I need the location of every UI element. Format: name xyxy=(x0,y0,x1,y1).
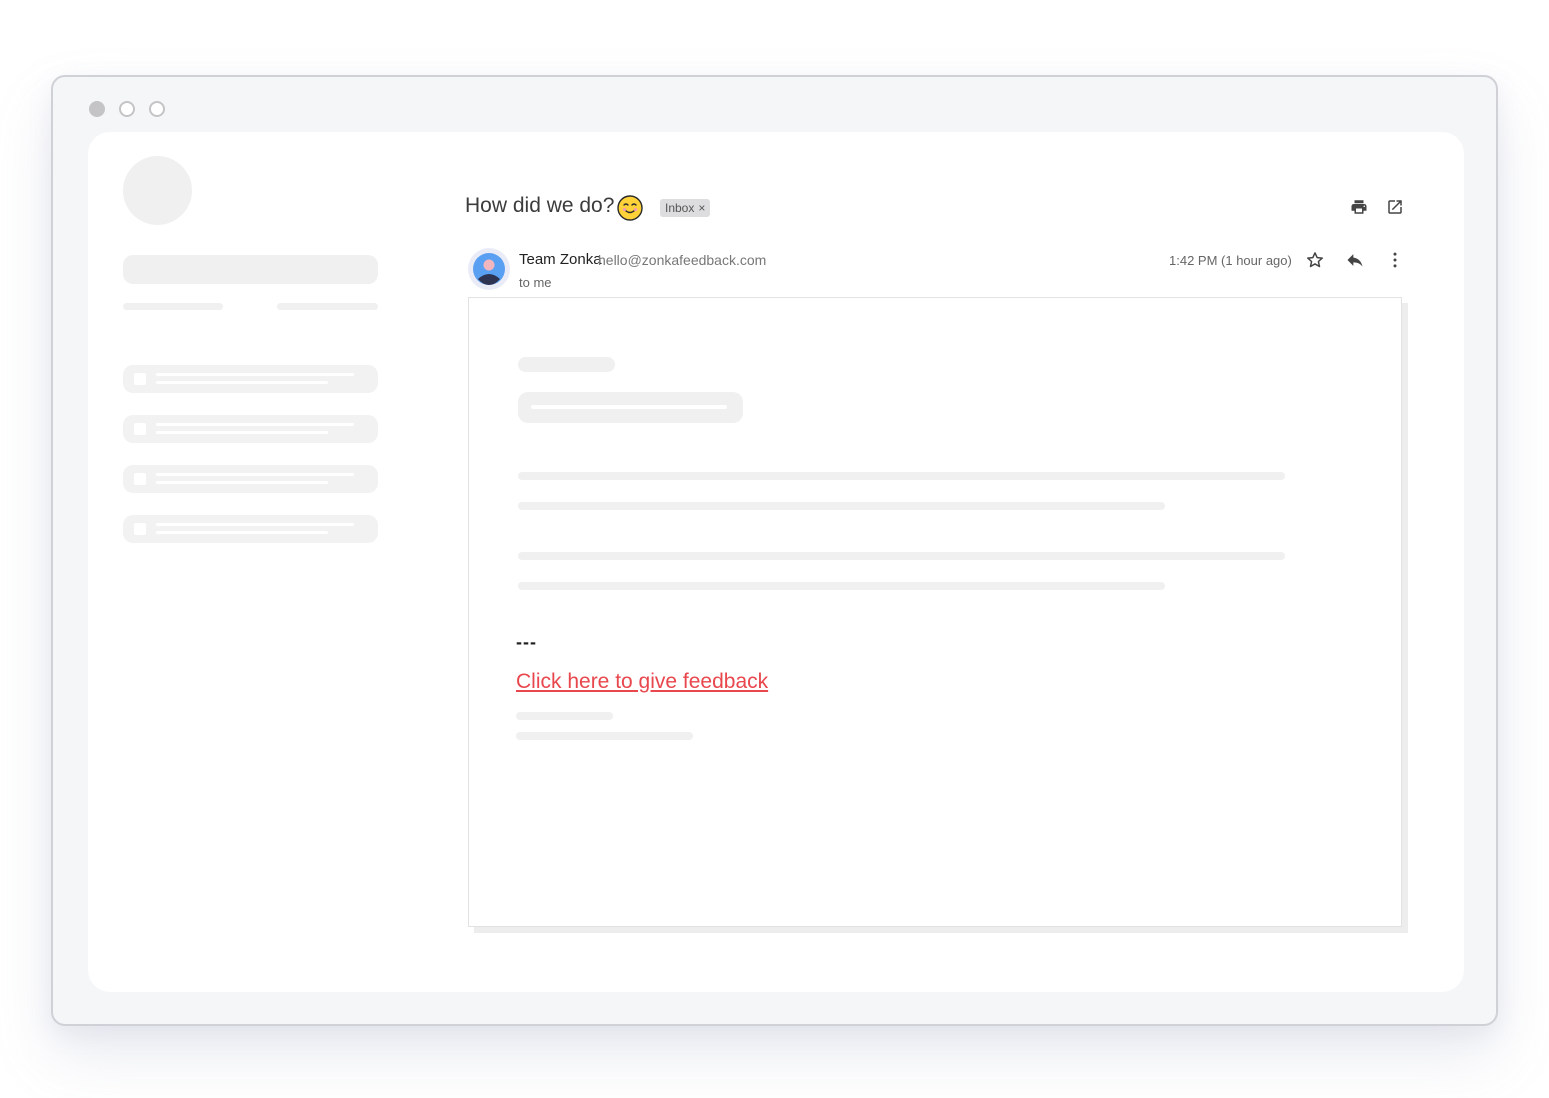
sidebar-item-placeholder[interactable] xyxy=(123,465,378,493)
sender-avatar xyxy=(468,248,510,290)
user-avatar-icon xyxy=(473,253,505,285)
sender-name: Team Zonka xyxy=(519,251,602,268)
compose-button-placeholder[interactable] xyxy=(123,255,378,284)
window-close-dot[interactable] xyxy=(89,101,105,117)
body-line-placeholder xyxy=(516,712,613,720)
reply-icon[interactable] xyxy=(1344,249,1366,271)
recipient-label[interactable]: to me xyxy=(519,275,552,290)
remove-label-button[interactable]: × xyxy=(698,199,705,217)
body-line-placeholder xyxy=(518,552,1285,560)
sender-email: hello@zonkafeedback.com xyxy=(598,252,767,268)
sidebar-item-placeholder[interactable] xyxy=(123,415,378,443)
body-line-placeholder xyxy=(518,582,1165,590)
email-body: --- Click here to give feedback xyxy=(468,297,1402,927)
give-feedback-link[interactable]: Click here to give feedback xyxy=(516,670,768,694)
window-maximize-dot[interactable] xyxy=(149,101,165,117)
print-icon[interactable] xyxy=(1348,196,1370,218)
more-vert-icon[interactable] xyxy=(1384,249,1406,271)
body-line-placeholder xyxy=(516,732,693,740)
body-line-placeholder xyxy=(518,472,1285,480)
body-line-placeholder xyxy=(518,502,1165,510)
sidebar-item-placeholder[interactable] xyxy=(123,515,378,543)
sidebar-item-placeholder[interactable] xyxy=(123,365,378,393)
email-subject: How did we do? xyxy=(465,194,615,217)
star-icon[interactable] xyxy=(1304,249,1326,271)
body-button-placeholder xyxy=(518,392,743,423)
inbox-label-text: Inbox xyxy=(665,201,695,215)
browser-window: How did we do? Inbox × Team Zonka hello@… xyxy=(51,75,1498,1026)
signature-divider: --- xyxy=(516,632,537,652)
window-minimize-dot[interactable] xyxy=(119,101,135,117)
sidebar-line-placeholder xyxy=(277,303,378,310)
sidebar-line-placeholder xyxy=(123,303,223,310)
sidebar-avatar-placeholder xyxy=(123,156,192,225)
open-in-new-icon[interactable] xyxy=(1384,196,1406,218)
email-timestamp: 1:42 PM (1 hour ago) xyxy=(1169,253,1292,268)
smile-emoji-icon xyxy=(617,195,643,221)
mail-panel: How did we do? Inbox × Team Zonka hello@… xyxy=(88,132,1464,992)
inbox-label-badge: Inbox × xyxy=(660,199,711,217)
body-line-placeholder xyxy=(518,357,615,372)
